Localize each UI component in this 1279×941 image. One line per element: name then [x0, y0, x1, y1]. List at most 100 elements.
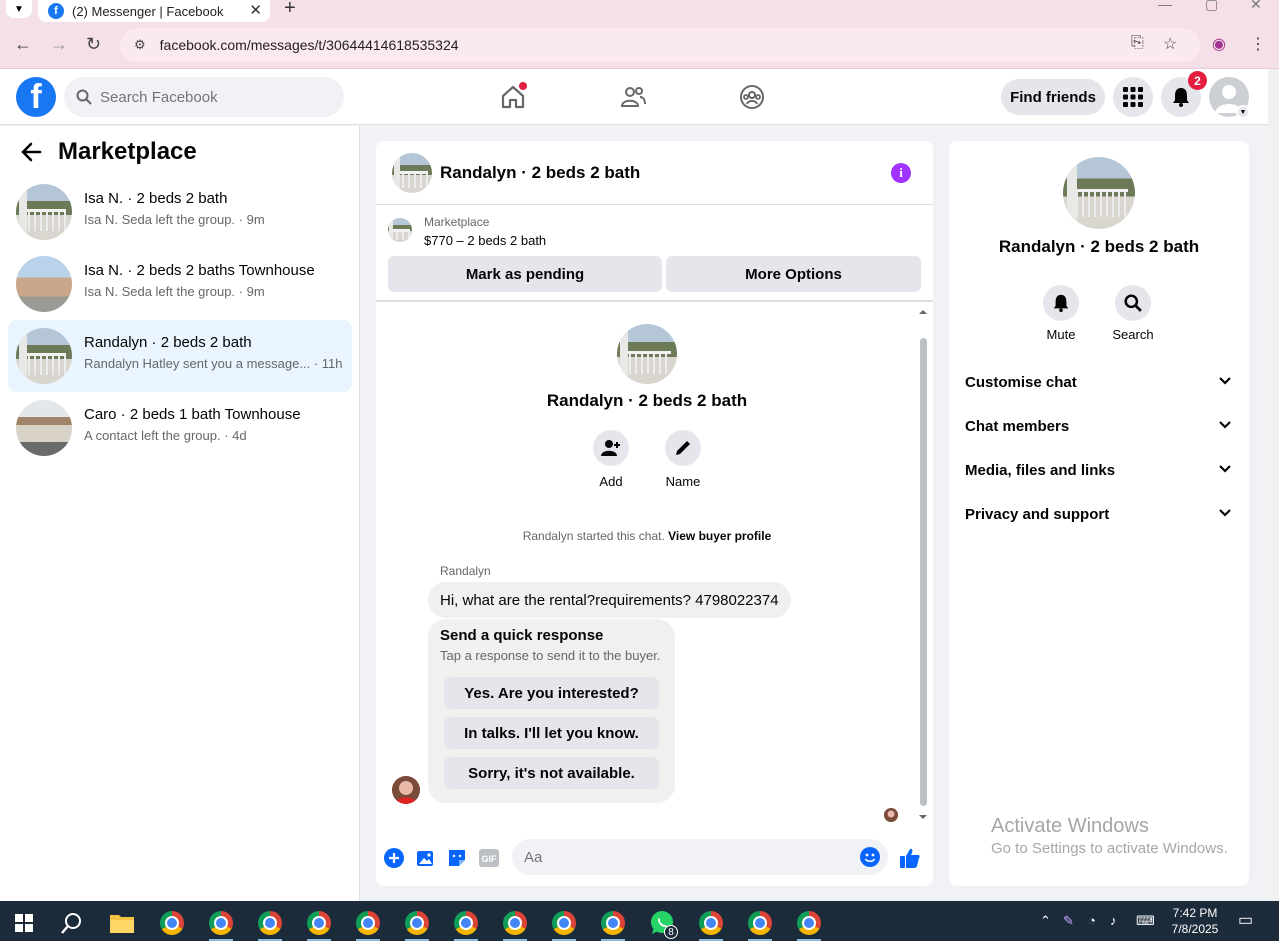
back-arrow-icon[interactable]: [20, 141, 42, 163]
scroll-thumb[interactable]: [920, 338, 927, 806]
like-button[interactable]: [899, 847, 921, 869]
chrome-profile-taskbar-button[interactable]: [789, 905, 829, 941]
network-icon[interactable]: ◔: [1088, 913, 1096, 928]
message-input[interactable]: [524, 839, 844, 875]
quick-response-button[interactable]: Sorry, it's not available.: [444, 757, 659, 789]
find-friends-button[interactable]: Find friends: [1001, 79, 1105, 115]
info-icon[interactable]: i: [891, 163, 911, 183]
message-input-field[interactable]: [512, 839, 888, 875]
start-button[interactable]: [4, 905, 44, 941]
chat-scrollbar[interactable]: [917, 306, 929, 826]
taskbar-search-button[interactable]: [52, 905, 92, 941]
reload-icon[interactable]: ↻: [86, 34, 101, 55]
chrome-profile-taskbar-button[interactable]: [348, 905, 388, 941]
chrome-profile-taskbar-button[interactable]: [495, 905, 535, 941]
back-icon[interactable]: ←: [14, 34, 32, 55]
quick-response-button[interactable]: Yes. Are you interested?: [444, 677, 659, 709]
new-tab-button[interactable]: +: [284, 0, 296, 20]
chrome-profile-taskbar-button[interactable]: [299, 905, 339, 941]
mute-button[interactable]: Mute: [1031, 285, 1091, 342]
chrome-profile-taskbar-button[interactable]: [446, 905, 486, 941]
facebook-header: f Find friends 2 ▼: [0, 69, 1268, 125]
chevron-down-icon: [1219, 509, 1231, 517]
conversation-preview: Isa N. Seda left the group. · 9m: [84, 284, 265, 299]
scroll-down-icon[interactable]: [917, 813, 929, 821]
nav-groups[interactable]: [736, 81, 768, 113]
conversation-item[interactable]: Isa N. · 2 beds 2 baths Townhouse Isa N.…: [8, 248, 352, 320]
taskbar-clock[interactable]: 7:42 PM 7/8/2025: [1166, 905, 1224, 937]
bookmark-star-icon[interactable]: ☆: [1163, 34, 1177, 54]
windows-taskbar: 8 ⌃ ✎ ◔ ♪ ⌨ 7:42 PM 7/8/2025 ▭: [0, 901, 1279, 941]
attach-photo-button[interactable]: [415, 847, 437, 869]
more-options-button[interactable]: More Options: [666, 256, 921, 292]
browser-menu-icon[interactable]: ⋮: [1250, 34, 1266, 54]
chrome-profile-taskbar-button[interactable]: [201, 905, 241, 941]
install-app-icon[interactable]: ⎘: [1131, 34, 1144, 52]
edit-name-button[interactable]: Name: [653, 430, 713, 489]
emoji-icon[interactable]: [860, 847, 880, 867]
listing-thumbnail[interactable]: [388, 218, 412, 242]
close-tab-icon[interactable]: ✕: [249, 1, 262, 19]
friends-icon: [620, 87, 646, 107]
chrome-profile-taskbar-button[interactable]: [593, 905, 633, 941]
tab-search-button[interactable]: ▼: [6, 0, 32, 18]
privacy-support-section[interactable]: Privacy and support: [957, 492, 1241, 536]
media-files-links-section[interactable]: Media, files and links: [957, 448, 1241, 492]
pen-icon[interactable]: ✎: [1063, 913, 1074, 929]
message-bubble[interactable]: Hi, what are the rental?requirements? 47…: [428, 582, 791, 618]
sticker-button[interactable]: [446, 847, 468, 869]
notifications-button[interactable]: 2: [1161, 71, 1207, 117]
chat-members-section[interactable]: Chat members: [957, 404, 1241, 448]
chrome-profile-taskbar-button[interactable]: [544, 905, 584, 941]
quick-response-button[interactable]: In talks. I'll let you know.: [444, 717, 659, 749]
nav-friends[interactable]: [617, 81, 649, 113]
section-label: Privacy and support: [965, 505, 1110, 523]
menu-button[interactable]: [1113, 77, 1153, 117]
keyboard-icon[interactable]: ⌨: [1136, 913, 1155, 929]
show-hidden-icons-button[interactable]: ⌃: [1040, 913, 1051, 929]
site-info-icon[interactable]: ⚙: [134, 37, 146, 53]
add-people-button[interactable]: Add: [581, 430, 641, 489]
page-scrollbar[interactable]: [1268, 69, 1279, 901]
customise-chat-section[interactable]: Customise chat: [957, 360, 1241, 404]
search-input[interactable]: [100, 88, 320, 106]
maximize-window-icon[interactable]: ▢: [1205, 0, 1218, 13]
message-composer: GIF: [376, 831, 933, 886]
conversation-item[interactable]: Isa N. · 2 beds 2 bath Isa N. Seda left …: [8, 176, 352, 248]
chat-title[interactable]: Randalyn · 2 beds 2 bath: [440, 163, 640, 183]
notification-center-icon[interactable]: ▭: [1238, 910, 1253, 930]
chat-avatar[interactable]: [392, 153, 432, 193]
nav-home[interactable]: [497, 81, 529, 113]
forward-icon[interactable]: →: [50, 34, 68, 55]
search-in-chat-button[interactable]: Search: [1103, 285, 1163, 342]
chrome-profile-taskbar-button[interactable]: [397, 905, 437, 941]
chevron-down-icon[interactable]: ▼: [1236, 105, 1250, 119]
minimize-window-icon[interactable]: —: [1158, 0, 1172, 12]
close-window-icon[interactable]: ✕: [1250, 0, 1262, 13]
facebook-logo[interactable]: f: [16, 77, 56, 117]
view-buyer-profile-link[interactable]: View buyer profile: [668, 529, 771, 543]
chrome-profile-taskbar-button[interactable]: [691, 905, 731, 941]
add-label: Add: [599, 474, 623, 489]
conversation-item-active[interactable]: Randalyn · 2 beds 2 bath Randalyn Hatley…: [8, 320, 352, 392]
chrome-profile-taskbar-button[interactable]: [740, 905, 780, 941]
address-bar[interactable]: ⚙ facebook.com/messages/t/30644414618535…: [120, 28, 1200, 62]
conversation-item[interactable]: Caro · 2 beds 1 bath Townhouse A contact…: [8, 392, 352, 464]
file-explorer-button[interactable]: [102, 905, 142, 941]
quick-response-subtitle: Tap a response to send it to the buyer.: [440, 648, 661, 663]
chrome-profile-taskbar-button[interactable]: [250, 905, 290, 941]
facebook-search[interactable]: [64, 77, 344, 117]
mark-as-pending-button[interactable]: Mark as pending: [388, 256, 662, 292]
sender-avatar[interactable]: [392, 776, 420, 804]
listing-price[interactable]: $770 – 2 beds 2 bath: [424, 233, 546, 248]
chrome-icon: [405, 911, 429, 935]
gif-button[interactable]: GIF: [478, 847, 500, 869]
profile-icon[interactable]: ◉: [1212, 34, 1226, 54]
name-label: Name: [665, 474, 701, 489]
scroll-up-icon[interactable]: [917, 308, 929, 316]
chrome-taskbar-button[interactable]: [152, 905, 192, 941]
whatsapp-taskbar-button[interactable]: 8: [642, 905, 682, 941]
volume-icon[interactable]: ♪: [1110, 913, 1117, 928]
browser-tab[interactable]: f (2) Messenger | Facebook ✕: [38, 0, 270, 22]
more-actions-button[interactable]: [383, 847, 405, 869]
